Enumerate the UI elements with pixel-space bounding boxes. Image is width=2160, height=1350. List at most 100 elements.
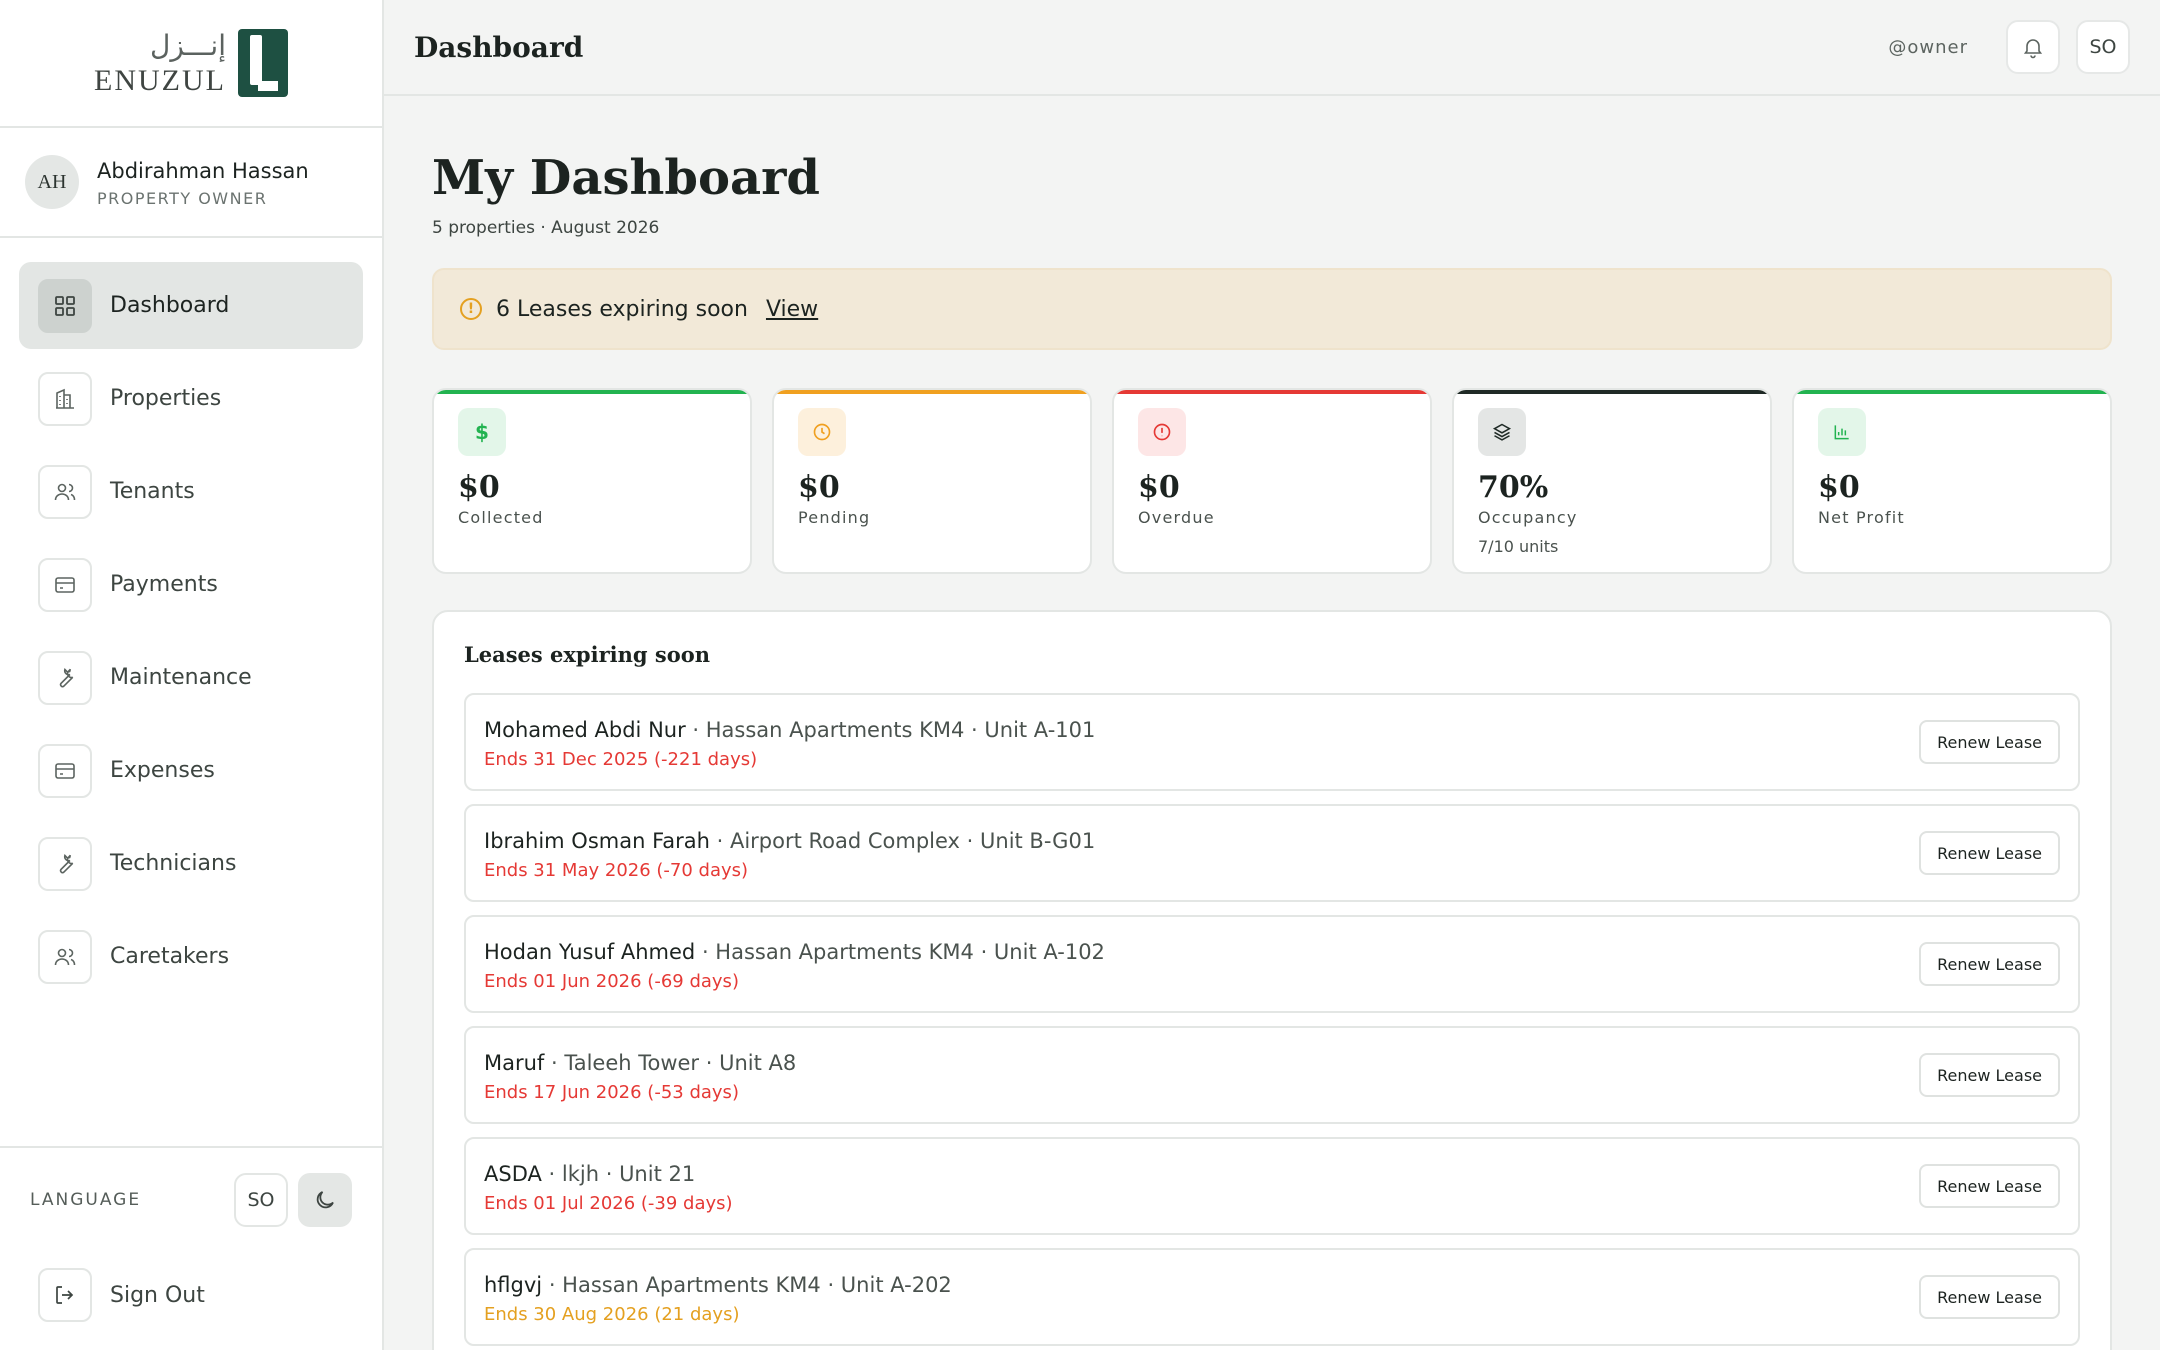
sidebar-item-label: Payments [110,572,218,597]
lease-end-date: Ends 17 Jun 2026 (-53 days) [484,1081,739,1103]
renew-lease-button[interactable]: Renew Lease [1919,942,2060,986]
lease-property-detail: · Hassan Apartments KM4 · Unit A-102 [695,939,1105,964]
stat-accent-bar [434,390,750,394]
sidebar-item-caretakers[interactable]: Caretakers [19,913,363,1000]
moon-icon [316,1191,334,1209]
stat-value: $0 [1818,470,1860,505]
notifications-button[interactable] [2006,20,2060,74]
grid-icon [38,278,92,333]
alert-view-link[interactable]: View [766,297,818,322]
lease-row: Mohamed Abdi Nur · Hassan Apartments KM4… [464,693,2080,791]
building-icon [38,371,92,426]
tenant-name: Hodan Yusuf Ahmed [484,939,696,964]
lease-title-line: Mohamed Abdi Nur · Hassan Apartments KM4… [484,715,1919,745]
users-icon [38,464,92,519]
stat-value: 70% [1478,470,1549,505]
stat-accent-bar [774,390,1090,394]
renew-lease-button[interactable]: Renew Lease [1919,1053,2060,1097]
lease-title-line: ASDA · lkjh · Unit 21 [484,1159,1919,1189]
sidebar-item-properties[interactable]: Properties [19,355,363,442]
sidebar-item-tenants[interactable]: Tenants [19,448,363,535]
page-subtitle: 5 properties · August 2026 [432,218,660,238]
language-row: LANGUAGE SO [0,1148,382,1252]
lease-row: Hodan Yusuf Ahmed · Hassan Apartments KM… [464,915,2080,1013]
stat-card-net-profit: $0 Net Profit [1792,388,2112,574]
sidebar-item-technicians[interactable]: Technicians [19,820,363,907]
tenant-name: Ibrahim Osman Farah [484,828,710,853]
sidebar-item-label: Caretakers [110,944,230,969]
alert-text: 6 Leases expiring soon [496,296,748,322]
stat-card-pending: $0 Pending [772,388,1092,574]
tenant-name: Mohamed Abdi Nur [484,717,686,742]
stat-label: Occupancy [1478,508,1578,527]
stat-accent-bar [1794,390,2110,394]
sign-out-button[interactable]: Sign Out [0,1252,382,1338]
sidebar-item-label: Technicians [110,851,237,876]
lease-info: Hodan Yusuf Ahmed · Hassan Apartments KM… [484,937,1919,992]
stat-card-collected: $ $0 Collected [432,388,752,574]
lease-row: Maruf · Taleeh Tower · Unit A8 Ends 17 Ju… [464,1026,2080,1124]
logo[interactable]: إنـــزل ENUZUL [0,0,382,128]
stat-label: Pending [798,508,871,527]
lease-end-date: Ends 01 Jun 2026 (-69 days) [484,970,739,992]
topbar-language-button[interactable]: SO [2076,20,2130,74]
tenant-name: Maruf [484,1050,545,1075]
sidebar: إنـــزل ENUZUL AH Abdirahman Hassan PROP… [0,0,384,1350]
renew-lease-button[interactable]: Renew Lease [1919,1164,2060,1208]
clock-icon [798,408,846,456]
topbar-title: Dashboard [414,30,584,64]
logo-arabic-text: إنـــزل [150,29,226,62]
page-title: My Dashboard [432,150,820,206]
user-profile: AH Abdirahman Hassan PROPERTY OWNER [0,128,382,238]
sidebar-footer: LANGUAGE SO Sign Out [0,1146,382,1350]
dollar-icon: $ [458,408,506,456]
stat-subtext: 7/10 units [1478,537,1559,556]
stat-accent-bar [1454,390,1770,394]
sidebar-item-payments[interactable]: Payments [19,541,363,628]
logo-latin-text: ENUZUL [94,64,226,97]
renew-lease-button[interactable]: Renew Lease [1919,1275,2060,1319]
lease-info: hflgvj · Hassan Apartments KM4 · Unit A-… [484,1270,1919,1325]
users-icon [38,929,92,984]
lease-row: ASDA · lkjh · Unit 21 Ends 01 Jul 2026 (-… [464,1137,2080,1235]
lease-info: Maruf · Taleeh Tower · Unit A8 Ends 17 Ju… [484,1048,1919,1103]
lease-end-date: Ends 30 Aug 2026 (21 days) [484,1303,740,1325]
lease-title-line: Maruf · Taleeh Tower · Unit A8 [484,1048,1919,1078]
main-content: My Dashboard 5 properties · August 2026 … [432,96,2112,1350]
leases-expiring-panel: Leases expiring soon Mohamed Abdi Nur · … [432,610,2112,1350]
lease-property-detail: · Hassan Apartments KM4 · Unit A-101 [685,717,1096,742]
renew-lease-button[interactable]: Renew Lease [1919,831,2060,875]
lease-property-detail: · Taleeh Tower · Unit A8 [544,1050,797,1075]
stat-value: $0 [1138,470,1180,505]
logout-icon [38,1268,92,1322]
sidebar-item-dashboard[interactable]: Dashboard [19,262,363,349]
stat-accent-bar [1114,390,1430,394]
layers-icon [1478,408,1526,456]
stat-label: Collected [458,508,544,527]
lease-property-detail: · Hassan Apartments KM4 · Unit A-202 [542,1272,952,1297]
alert-circle-icon: ! [460,298,482,320]
lease-end-date: Ends 01 Jul 2026 (-39 days) [484,1192,733,1214]
tenant-name: ASDA [484,1161,542,1186]
sidebar-item-expenses[interactable]: Expenses [19,727,363,814]
card-icon [38,557,92,612]
lease-info: Mohamed Abdi Nur · Hassan Apartments KM4… [484,715,1919,770]
sidebar-item-maintenance[interactable]: Maintenance [19,634,363,721]
stat-label: Overdue [1138,508,1215,527]
stat-card-overdue: $0 Overdue [1112,388,1432,574]
lease-end-date: Ends 31 Dec 2025 (-221 days) [484,748,758,770]
language-label: LANGUAGE [30,1190,142,1210]
theme-toggle-button[interactable] [298,1173,352,1227]
profile-name: Abdirahman Hassan [97,158,309,183]
sidebar-item-label: Properties [110,386,222,411]
stat-value: $0 [458,470,500,505]
language-toggle-button[interactable]: SO [234,1173,288,1227]
avatar: AH [25,155,79,209]
sidebar-item-label: Dashboard [110,293,230,318]
renew-lease-button[interactable]: Renew Lease [1919,720,2060,764]
leases-panel-title: Leases expiring soon [464,642,711,667]
lease-info: Ibrahim Osman Farah · Airport Road Compl… [484,826,1919,881]
sidebar-item-label: Expenses [110,758,215,783]
lease-list: Mohamed Abdi Nur · Hassan Apartments KM4… [464,693,2080,1346]
sidebar-nav: Dashboard Properties Tenants Payments Ma… [0,238,382,1000]
